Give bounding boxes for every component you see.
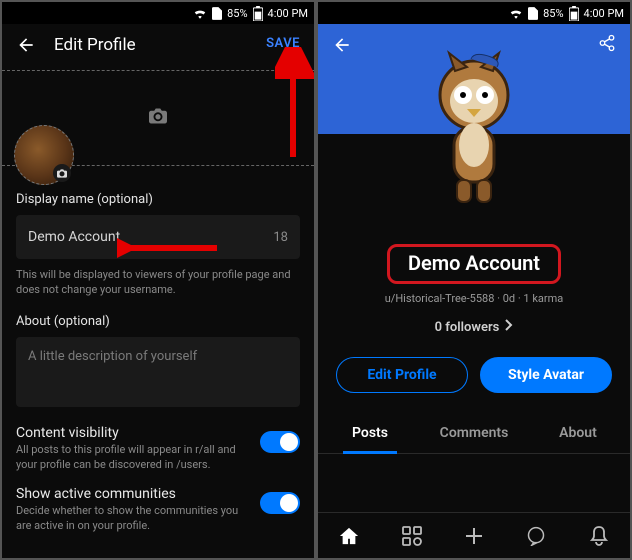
tab-about[interactable]: About (526, 415, 630, 453)
about-placeholder: A little description of yourself (28, 349, 197, 364)
show-active-row: Show active communities Decide whether t… (2, 486, 314, 534)
battery-icon (569, 6, 579, 21)
nav-home-icon[interactable] (338, 525, 360, 547)
style-avatar-button[interactable]: Style Avatar (480, 357, 612, 393)
display-name-value: Demo Account (28, 229, 120, 245)
display-name-section: Display name (optional) Demo Account 18 … (2, 166, 314, 298)
status-time: 4:00 PM (268, 7, 308, 20)
status-bar: 85% 4:00 PM (318, 2, 630, 24)
about-label: About (optional) (16, 314, 300, 329)
avatar-camera-badge (53, 164, 71, 182)
share-icon[interactable] (598, 34, 616, 56)
display-name-helper: This will be displayed to viewers of you… (16, 267, 300, 298)
nav-chat-icon[interactable] (525, 525, 547, 547)
page-title: Edit Profile (54, 35, 136, 55)
chevron-right-icon (505, 319, 513, 335)
nav-inbox-icon[interactable] (588, 525, 610, 547)
sim-icon (212, 7, 222, 20)
tab-comments[interactable]: Comments (422, 415, 526, 453)
profile-avatar[interactable] (414, 42, 534, 212)
about-section: About (optional) A little description of… (2, 298, 314, 407)
show-active-title: Show active communities (16, 486, 250, 502)
back-arrow-icon[interactable] (16, 35, 36, 55)
content-visibility-sub: All posts to this profile will appear in… (16, 443, 250, 473)
profile-followers[interactable]: 0 followers (318, 319, 630, 335)
profile-action-buttons: Edit Profile Style Avatar (318, 357, 630, 393)
show-active-sub: Decide whether to show the communities y… (16, 504, 250, 534)
content-visibility-toggle[interactable] (260, 431, 300, 453)
status-time: 4:00 PM (584, 7, 624, 20)
sim-icon (528, 7, 538, 20)
profile-tabs: Posts Comments About (318, 415, 630, 454)
edit-profile-button[interactable]: Edit Profile (336, 357, 468, 393)
battery-percent: 85% (227, 7, 247, 20)
wifi-icon (509, 8, 523, 19)
about-input[interactable]: A little description of yourself (16, 337, 300, 407)
nav-browse-icon[interactable] (401, 525, 423, 547)
content-visibility-row: Content visibility All posts to this pro… (2, 425, 314, 473)
bottom-nav (318, 512, 630, 558)
show-active-toggle[interactable] (260, 492, 300, 514)
status-bar: 85% 4:00 PM (2, 2, 314, 24)
profile-username-line: u/Historical-Tree-5588 · 0d · 1 karma (318, 292, 630, 305)
profile-display-name: Demo Account (387, 244, 561, 284)
nav-create-icon[interactable] (463, 525, 485, 547)
wifi-icon (193, 8, 207, 19)
save-button[interactable]: SAVE (266, 36, 300, 51)
back-arrow-icon[interactable] (332, 35, 352, 55)
display-name-char-count: 18 (273, 230, 288, 245)
phone-profile-view: 85% 4:00 PM (318, 2, 630, 558)
phone-edit-profile: 85% 4:00 PM Edit Profile SAVE Display na… (2, 2, 314, 558)
followers-text: 0 followers (435, 320, 500, 335)
avatar-upload[interactable] (14, 125, 74, 185)
camera-icon (149, 108, 167, 128)
edit-profile-header: Edit Profile SAVE (2, 24, 314, 66)
display-name-input[interactable]: Demo Account 18 (16, 215, 300, 259)
battery-icon (253, 6, 263, 21)
banner-upload-area[interactable] (2, 70, 314, 166)
display-name-label: Display name (optional) (16, 192, 300, 207)
content-visibility-title: Content visibility (16, 425, 250, 441)
battery-percent: 85% (543, 7, 563, 20)
tab-posts[interactable]: Posts (318, 415, 422, 453)
